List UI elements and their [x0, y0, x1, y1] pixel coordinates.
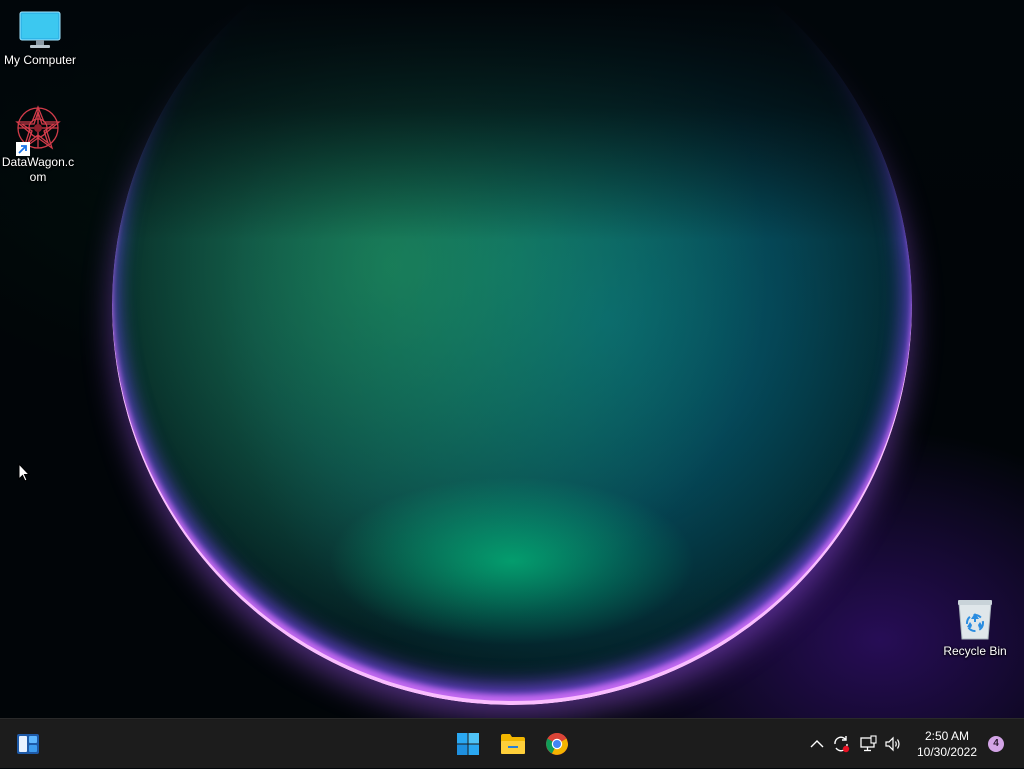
desktop-icon-label-line-2: om	[29, 170, 47, 184]
folder-icon	[501, 734, 525, 754]
clock-date: 10/30/2022	[916, 745, 978, 759]
clock-button[interactable]: 2:50 AM 10/30/2022	[910, 719, 984, 769]
mouse-cursor-icon	[18, 462, 31, 487]
volume-icon	[885, 736, 900, 752]
sync-status-button[interactable]	[830, 719, 852, 769]
desktop-icon-label-line-1: DataWagon.c	[1, 155, 75, 169]
desktop-wallpaper	[0, 0, 1024, 718]
sync-icon	[834, 736, 850, 753]
network-button[interactable]	[857, 719, 879, 769]
windows-logo-icon	[457, 733, 479, 755]
network-icon	[860, 735, 877, 752]
notification-count-badge: 4	[988, 736, 1004, 752]
notification-center-button[interactable]: 4	[986, 719, 1006, 769]
monitor-icon	[18, 10, 62, 50]
volume-button[interactable]	[882, 719, 904, 769]
widgets-button[interactable]	[8, 719, 48, 769]
clock-time: 2:50 AM	[924, 729, 970, 743]
file-explorer-button[interactable]	[493, 719, 533, 769]
chevron-up-icon	[810, 740, 824, 748]
desktop-icon-label: My Computer	[3, 53, 77, 67]
desktop-icon-label: Recycle Bin	[943, 644, 1007, 658]
taskbar: 2:50 AM 10/30/2022 4	[0, 718, 1024, 768]
start-button[interactable]	[448, 719, 488, 769]
desktop-icon-datawagon[interactable]: DataWagon.c om	[0, 104, 78, 185]
chrome-button[interactable]	[537, 719, 577, 769]
widgets-icon	[17, 734, 39, 754]
shortcut-arrow-icon	[16, 142, 30, 156]
chrome-icon	[546, 733, 568, 755]
desktop-icon-my-computer[interactable]: My Computer	[0, 10, 80, 68]
clock: 2:50 AM 10/30/2022	[917, 728, 977, 760]
wallpaper-shade	[0, 0, 1024, 240]
recycle-bin-icon	[955, 597, 995, 641]
show-hidden-icons-button[interactable]	[806, 719, 828, 769]
datawagon-logo-icon	[14, 104, 62, 156]
desktop-icon-recycle-bin[interactable]: Recycle Bin	[935, 597, 1015, 659]
